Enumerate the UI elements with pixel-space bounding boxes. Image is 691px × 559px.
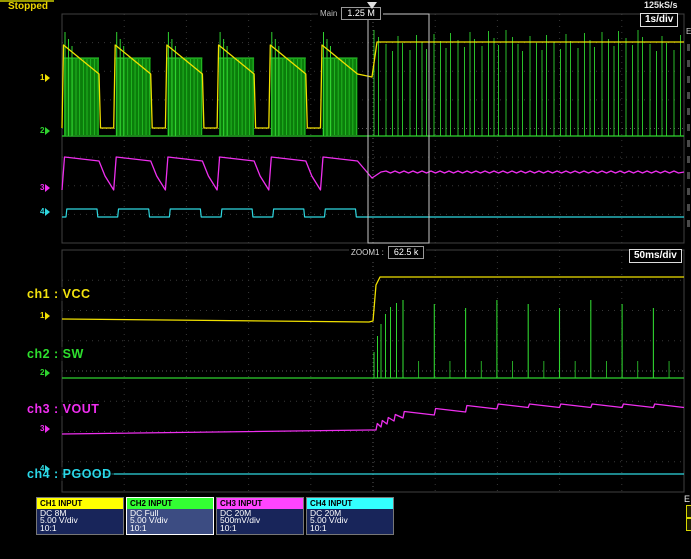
ground-arrow-icon <box>45 207 51 216</box>
ground-arrow-icon <box>45 368 51 377</box>
sample-rate: 125kS/s <box>644 0 678 10</box>
ch1-main-position-marker[interactable]: 1 <box>40 73 51 82</box>
clipped-right-text: E <box>686 27 691 36</box>
oscilloscope-screen: Stopped 125kS/s Main 1.25 M 1s/div ZOOM1… <box>0 0 691 559</box>
ch4-label: ch4 : PGOOD <box>25 467 114 481</box>
clipped-sidebar-fragment <box>687 92 690 99</box>
channel-number: 1 <box>40 311 45 320</box>
main-timebase[interactable]: 1s/div <box>640 13 679 27</box>
ground-arrow-icon <box>45 126 51 135</box>
clipped-sidebar-fragment <box>687 172 690 179</box>
channel-number: 4 <box>40 207 45 216</box>
clipped-sidebar-fragment <box>687 220 690 227</box>
ch3-probe: 10:1 <box>220 522 237 533</box>
ground-arrow-icon <box>45 464 51 473</box>
clipped-sidebar-fragment <box>687 204 690 211</box>
clipped-softkey[interactable] <box>686 518 691 531</box>
zoom-timebase[interactable]: 50ms/div <box>629 249 682 263</box>
ch1-probe: 10:1 <box>40 522 57 533</box>
clipped-sidebar-fragment <box>687 188 690 195</box>
acquisition-status: Stopped <box>8 1 48 12</box>
channel-number: 2 <box>40 368 45 377</box>
ground-arrow-icon <box>45 311 51 320</box>
ch2-main-position-marker[interactable]: 2 <box>40 126 51 135</box>
channel-number: 1 <box>40 73 45 82</box>
channel-number: 3 <box>40 183 45 192</box>
channel-number: 4 <box>40 464 45 473</box>
clipped-sidebar-fragment <box>687 156 690 163</box>
zoom-record-box[interactable]: ZOOM1 : 62.5 k <box>349 246 427 259</box>
clipped-sidebar-fragment <box>687 76 690 83</box>
ch3-zoom-position-marker[interactable]: 3 <box>40 424 51 433</box>
ch2-input-box[interactable]: CH2 INPUT DC Full 5.00 V/div 10:1 <box>126 497 214 536</box>
ch2-label: ch2 : SW <box>25 347 86 361</box>
clipped-sidebar-fragment <box>687 140 690 147</box>
ch2-zoom-position-marker[interactable]: 2 <box>40 368 51 377</box>
ch3-main-position-marker[interactable]: 3 <box>40 183 51 192</box>
clipped-softkey[interactable] <box>686 505 691 518</box>
clipped-bottom-right-text: E <box>684 494 691 504</box>
ground-arrow-icon <box>45 183 51 192</box>
zoom-label: ZOOM1 : <box>351 248 384 257</box>
ch2-probe: 10:1 <box>130 522 147 533</box>
ch4-probe: 10:1 <box>310 522 327 533</box>
clipped-sidebar-fragment <box>687 124 690 131</box>
ch4-zoom-position-marker[interactable]: 4 <box>40 464 51 473</box>
trigger-position-marker[interactable] <box>367 2 377 9</box>
clipped-sidebar-fragment <box>687 108 690 115</box>
ch1-label: ch1 : VCC <box>25 287 93 301</box>
ch3-input-box[interactable]: CH3 INPUT DC 20M 500mV/div 10:1 <box>216 497 304 536</box>
clipped-sidebar-fragment <box>687 60 690 67</box>
zoom-points-value: 62.5 k <box>387 246 425 259</box>
channel-number: 2 <box>40 126 45 135</box>
ch4-main-position-marker[interactable]: 4 <box>40 207 51 216</box>
record-length-label: Main <box>320 9 338 18</box>
channel-number: 3 <box>40 424 45 433</box>
ch1-zoom-position-marker[interactable]: 1 <box>40 311 51 320</box>
channel-info-row: CH1 INPUT DC 8M 5.00 V/div 10:1 CH2 INPU… <box>36 497 394 536</box>
ch4-input-box[interactable]: CH4 INPUT DC 20M 5.00 V/div 10:1 <box>306 497 394 536</box>
ch3-label: ch3 : VOUT <box>25 402 102 416</box>
ground-arrow-icon <box>45 73 51 82</box>
ground-arrow-icon <box>45 424 51 433</box>
clipped-sidebar-fragment <box>687 44 690 51</box>
ch1-input-box[interactable]: CH1 INPUT DC 8M 5.00 V/div 10:1 <box>36 497 124 536</box>
